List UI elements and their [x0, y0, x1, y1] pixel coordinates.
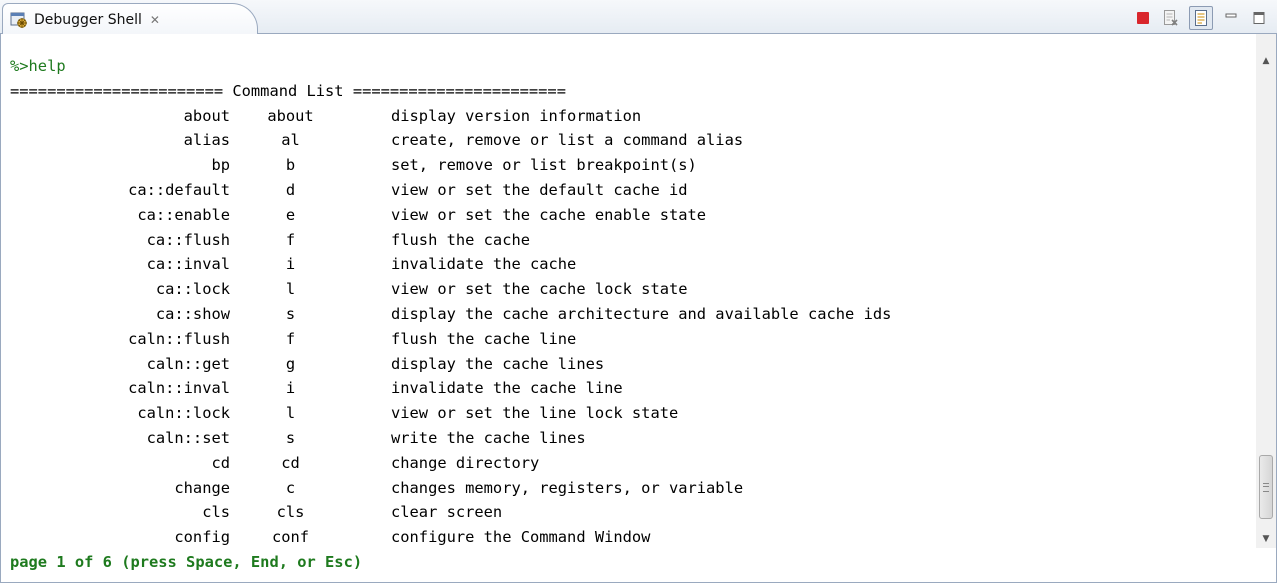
command-name: ca::enable	[137, 205, 230, 224]
command-list-header: ======================= Command List ===…	[10, 81, 566, 100]
command-alias: s	[285, 304, 296, 323]
command-name: cls	[202, 503, 230, 522]
command-alias: al	[281, 131, 300, 150]
command-description: clear screen	[391, 503, 503, 522]
command-alias: g	[285, 354, 296, 373]
command-name: caln::flush	[128, 329, 230, 348]
command-description: changes memory, registers, or variable	[391, 478, 744, 497]
command-description: view or set the cache lock state	[391, 280, 688, 299]
command-name: ca::lock	[155, 280, 230, 299]
console-output[interactable]: %>help ======================= Command L…	[0, 34, 1277, 583]
command-alias: s	[285, 428, 296, 447]
command-alias: l	[285, 280, 296, 299]
command-alias: f	[285, 230, 296, 249]
command-alias: l	[285, 404, 296, 423]
console-lines: %>help ======================= Command L…	[10, 54, 1235, 575]
command-row: ca::show s display the cache architecture …	[10, 302, 1235, 327]
minimize-icon[interactable]	[1221, 8, 1241, 28]
command-name: ca::show	[155, 304, 230, 323]
prompt-line: %>help	[10, 57, 66, 75]
clear-console-icon[interactable]	[1161, 8, 1181, 28]
scroll-up-icon[interactable]: ▲	[1256, 52, 1276, 70]
vertical-scrollbar[interactable]: ▲ ▼	[1256, 34, 1276, 548]
command-name: caln::lock	[137, 404, 230, 423]
command-description: set, remove or list breakpoint(s)	[391, 156, 697, 175]
command-description: display version information	[391, 106, 642, 125]
command-alias: cd	[281, 453, 300, 472]
command-description: create, remove or list a command alias	[391, 131, 744, 150]
command-description: write the cache lines	[391, 428, 586, 447]
command-name: alias	[183, 131, 230, 150]
command-description: display the cache architecture and avail…	[391, 304, 892, 323]
command-description: view or set the default cache id	[391, 180, 688, 199]
command-row: about about display version information	[10, 104, 1235, 129]
scrollbar-thumb[interactable]	[1259, 455, 1273, 519]
command-alias: e	[285, 205, 296, 224]
debugger-shell-icon	[10, 11, 28, 29]
close-icon[interactable]: ✕	[150, 13, 160, 27]
grip-icon	[1263, 482, 1269, 492]
command-row: caln::inval i invalidate the cache line	[10, 376, 1235, 401]
command-row: ca::default d view or set the default cach…	[10, 178, 1235, 203]
command-description: flush the cache line	[391, 329, 577, 348]
command-alias: i	[285, 379, 296, 398]
command-alias: f	[285, 329, 296, 348]
command-row: caln::set s write the cache lines	[10, 426, 1235, 451]
command-description: invalidate the cache line	[391, 379, 623, 398]
command-name: caln::get	[146, 354, 230, 373]
view-toolbar	[1133, 6, 1269, 30]
command-row: alias al create, remove or list a command …	[10, 128, 1235, 153]
command-name: ca::flush	[146, 230, 230, 249]
command-row: config conf configure the Command Window	[10, 525, 1235, 550]
command-name: config	[174, 528, 230, 547]
command-description: invalidate the cache	[391, 255, 577, 274]
command-alias: b	[285, 156, 296, 175]
command-alias: d	[285, 180, 296, 199]
command-row: ca::flush f flush the cache	[10, 228, 1235, 253]
command-alias: cls	[276, 503, 305, 522]
command-description: view or set the line lock state	[391, 404, 679, 423]
view-tab-bar: Debugger Shell ✕	[0, 0, 1277, 35]
command-description: display the cache lines	[391, 354, 605, 373]
scroll-down-icon[interactable]: ▼	[1256, 530, 1276, 548]
command-name: caln::inval	[128, 379, 230, 398]
command-name: bp	[211, 156, 230, 175]
command-name: change	[174, 478, 230, 497]
pager-status-line: page 1 of 6 (press Space, End, or Esc)	[10, 552, 363, 571]
command-row: bp b set, remove or list breakpoint(s)	[10, 153, 1235, 178]
command-row: ca::enable e view or set the cache enable …	[10, 203, 1235, 228]
command-row: cls cls clear screen	[10, 500, 1235, 525]
command-description: view or set the cache enable state	[391, 205, 707, 224]
command-row: caln::lock l view or set the line lock sta…	[10, 401, 1235, 426]
command-alias: about	[267, 106, 314, 125]
scroll-lock-icon[interactable]	[1189, 6, 1213, 30]
command-row: ca::lock l view or set the cache lock stat…	[10, 277, 1235, 302]
command-alias: i	[285, 255, 296, 274]
command-name: cd	[211, 453, 230, 472]
tab-debugger-shell[interactable]: Debugger Shell ✕	[2, 3, 258, 35]
command-description: flush the cache	[391, 230, 530, 249]
command-name: caln::set	[146, 428, 230, 447]
command-row: caln::get g display the cache lines	[10, 352, 1235, 377]
command-row: change c changes memory, registers, or var…	[10, 476, 1235, 501]
command-name: ca::inval	[146, 255, 230, 274]
command-alias: conf	[271, 528, 310, 547]
command-alias: c	[285, 478, 296, 497]
command-name: ca::default	[128, 180, 230, 199]
stop-icon[interactable]	[1133, 8, 1153, 28]
command-name: about	[183, 106, 230, 125]
maximize-icon[interactable]	[1249, 8, 1269, 28]
tab-title: Debugger Shell	[34, 11, 142, 28]
command-description: change directory	[391, 453, 540, 472]
command-row: ca::inval i invalidate the cache	[10, 252, 1235, 277]
command-description: configure the Command Window	[391, 528, 651, 547]
command-row: cd cd change directory	[10, 451, 1235, 476]
command-row: caln::flush f flush the cache line	[10, 327, 1235, 352]
